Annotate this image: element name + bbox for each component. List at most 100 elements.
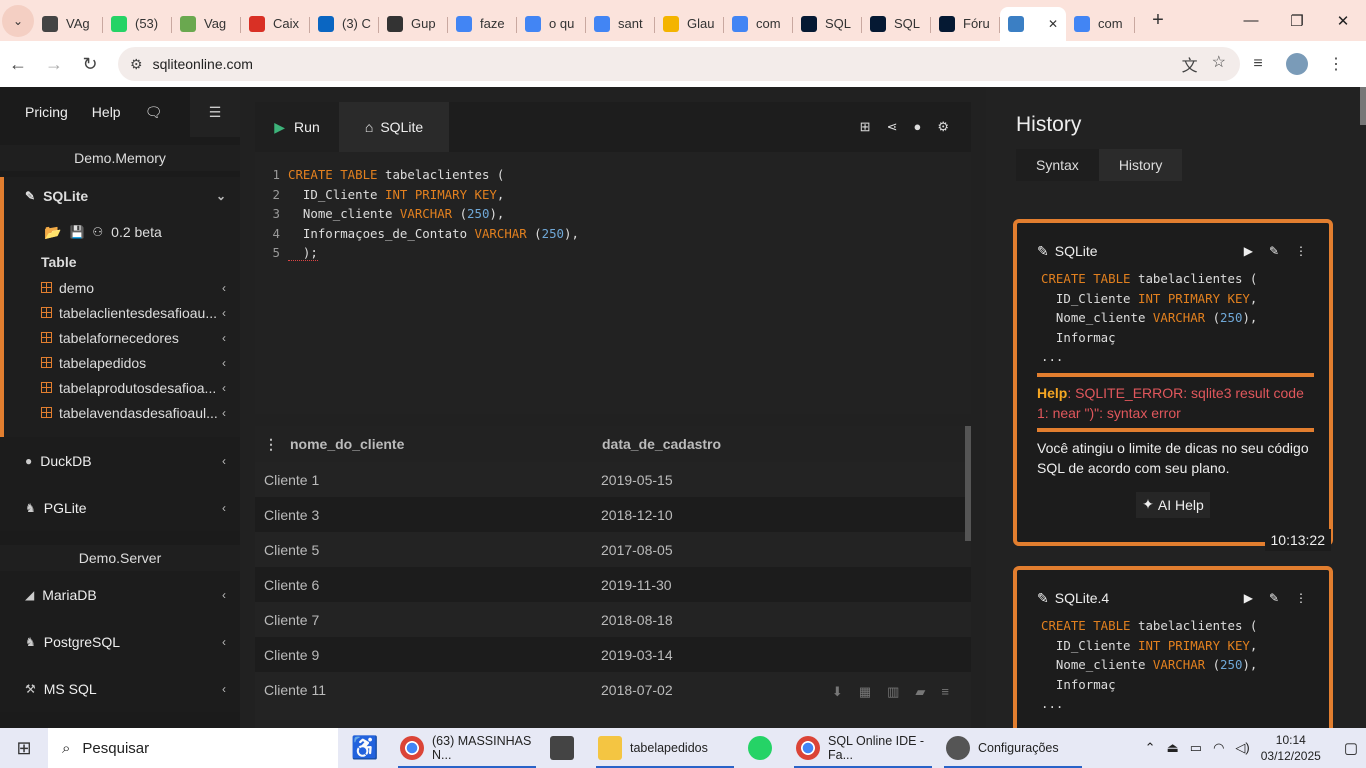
taskbar-app[interactable] (542, 728, 590, 768)
mssql-item[interactable]: ⚒ MS SQL ‹ (0, 665, 240, 712)
tab-search-icon[interactable]: ⌄ (2, 4, 34, 37)
browser-tab[interactable]: sant (586, 7, 655, 41)
close-tab-icon[interactable]: ✕ (1048, 17, 1058, 31)
ai-help-button[interactable]: ✦ AI Help (1136, 491, 1210, 518)
pricing-link[interactable]: Pricing (25, 104, 68, 120)
chevron-left-icon[interactable]: ‹ (222, 331, 226, 345)
column-header[interactable]: nome_do_cliente (290, 436, 404, 453)
play-icon[interactable]: ▶ (1244, 244, 1253, 258)
profile-avatar[interactable] (1286, 53, 1308, 75)
folder-open-icon[interactable]: 📂 (44, 224, 61, 241)
browser-tab[interactable]: (53) (103, 7, 172, 41)
taskbar-app[interactable]: Configurações (938, 728, 1088, 768)
browser-tab[interactable]: SQL (862, 7, 931, 41)
sidebar-table-item[interactable]: demo ‹ (4, 275, 240, 300)
chevron-left-icon[interactable]: ‹ (222, 454, 226, 468)
more-icon[interactable]: ⋮ (1295, 244, 1307, 258)
browser-tab[interactable]: faze (448, 7, 517, 41)
taskbar-app[interactable]: SQL Online IDE - Fa... (788, 728, 938, 768)
chevron-left-icon[interactable]: ‹ (222, 501, 226, 515)
card-code[interactable]: CREATE TABLE tabelaclientes ( ID_Cliente… (1017, 269, 1329, 367)
database-icon[interactable]: ☰ (190, 87, 240, 137)
settings-gear-icon[interactable]: ⚙ (937, 119, 949, 135)
chevron-down-icon[interactable]: ⌄ (216, 189, 226, 203)
results-scrollbar[interactable] (965, 426, 971, 541)
column-header[interactable]: data_de_cadastro (593, 436, 721, 452)
tab-history[interactable]: History (1098, 149, 1183, 181)
card-code[interactable]: CREATE TABLE tabelaclientes ( ID_Cliente… (1017, 616, 1329, 714)
browser-tab[interactable]: com (724, 7, 793, 41)
chevron-left-icon[interactable]: ‹ (222, 381, 226, 395)
more-icon[interactable]: ⋮ (1295, 591, 1307, 605)
sidebar-table-item[interactable]: tabelaprodutosdesafioa... ‹ (4, 375, 240, 400)
sidebar-table-item[interactable]: tabelaclientesdesafioau... ‹ (4, 300, 240, 325)
chevron-left-icon[interactable]: ‹ (222, 356, 226, 370)
play-icon[interactable]: ▶ (1244, 591, 1253, 605)
download-icon[interactable]: ⬇ (832, 684, 843, 700)
new-tab-icon[interactable]: + (1141, 9, 1175, 32)
edit-icon[interactable]: ✎ (1269, 591, 1279, 605)
chevron-left-icon[interactable]: ‹ (222, 306, 226, 320)
duckdb-item[interactable]: ● DuckDB ‹ (0, 437, 240, 484)
browser-tab[interactable]: com (1066, 7, 1135, 41)
postgresql-item[interactable]: ♞ PostgreSQL ‹ (0, 618, 240, 665)
media-control-icon[interactable]: ≡ (1240, 55, 1276, 73)
pglite-item[interactable]: ♞ PGLite ‹ (0, 484, 240, 531)
table-row[interactable]: Cliente 7 2018-08-18 (255, 602, 971, 637)
run-button[interactable]: ▶ Run (255, 102, 339, 152)
forward-icon[interactable]: → (36, 54, 72, 75)
mariadb-item[interactable]: ◢ MariaDB ‹ (0, 571, 240, 618)
browser-tab[interactable]: SQL (793, 7, 862, 41)
wifi-icon[interactable]: ◠ (1213, 740, 1224, 756)
usb-icon[interactable]: ⏏ (1166, 740, 1178, 756)
browser-tab[interactable]: Fóru (931, 7, 1000, 41)
help-link[interactable]: Help (92, 104, 121, 120)
browser-tab[interactable]: Glau (655, 7, 724, 41)
history-scrollbar[interactable] (1360, 87, 1366, 125)
taskbar-search[interactable]: ⌕ Pesquisar (48, 728, 338, 768)
url-field[interactable]: ⚙ sqliteonline.com 文 ☆ (118, 47, 1240, 81)
battery-icon[interactable]: ▭ (1190, 740, 1202, 756)
chevron-left-icon[interactable]: ‹ (222, 682, 226, 696)
new-tab-plus-icon[interactable]: ⊞ (860, 119, 871, 135)
table-row[interactable]: Cliente 6 2019-11-30 (255, 567, 971, 602)
close-window-icon[interactable]: ✕ (1320, 12, 1366, 30)
volume-icon[interactable]: ◁) (1235, 740, 1249, 756)
back-icon[interactable]: ← (0, 54, 36, 75)
tab-syntax[interactable]: Syntax (1016, 149, 1099, 181)
chat-icon[interactable]: 🗨 (145, 104, 163, 121)
taskbar-app[interactable] (740, 728, 788, 768)
share-icon[interactable]: ⋖ (887, 119, 898, 135)
browser-menu-icon[interactable]: ⋮ (1318, 54, 1354, 74)
table-icon[interactable]: ▦ (859, 684, 871, 700)
sqlite-db-item[interactable]: ✎ SQLite ⌄ (4, 177, 240, 215)
sidebar-table-item[interactable]: tabelavendasdesafioaul... ‹ (4, 400, 240, 425)
browser-tab[interactable]: Gup (379, 7, 448, 41)
browser-tab[interactable]: o qu (517, 7, 586, 41)
browser-tab[interactable]: Vag (172, 7, 241, 41)
taskbar-app[interactable]: tabelapedidos (590, 728, 740, 768)
chevron-left-icon[interactable]: ‹ (222, 281, 226, 295)
chevron-left-icon[interactable]: ‹ (222, 588, 226, 602)
chevron-left-icon[interactable]: ‹ (222, 635, 226, 649)
column-menu-icon[interactable]: ⋮ (264, 436, 278, 453)
book-icon[interactable]: ▰ (915, 684, 925, 700)
translate-icon[interactable]: 文 (1182, 52, 1198, 76)
windows-start-icon[interactable]: ⊞ (0, 738, 48, 759)
clock[interactable]: 10:14 03/12/2025 (1261, 732, 1321, 764)
browser-tab[interactable]: ✕ (1000, 6, 1066, 41)
save-icon[interactable]: 💾 (69, 225, 84, 239)
table-row[interactable]: Cliente 3 2018-12-10 (255, 497, 971, 532)
site-info-icon[interactable]: ⚙ (130, 56, 143, 73)
chevron-up-icon[interactable]: ⌃ (1145, 740, 1156, 756)
browser-tab[interactable]: VAg (34, 7, 103, 41)
reload-icon[interactable]: ↻ (72, 54, 108, 75)
sitemap-icon[interactable]: ⚇ (92, 225, 103, 239)
edit-icon[interactable]: ✎ (1269, 244, 1279, 258)
code-area[interactable]: 1 CREATE TABLE tabelaclientes (2 ID_Clien… (255, 152, 971, 263)
browser-tab[interactable]: Caix (241, 7, 310, 41)
tab-sqlite[interactable]: ⌂ SQLite (339, 102, 449, 152)
menu-icon[interactable]: ≡ (941, 684, 949, 700)
chart-icon[interactable]: ▥ (887, 684, 899, 700)
user-icon[interactable]: ● (913, 119, 921, 135)
